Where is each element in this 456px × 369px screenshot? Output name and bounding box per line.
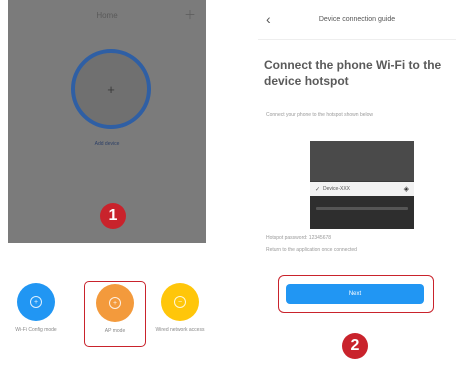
- wifi-icon: +: [30, 296, 42, 308]
- right-phone-screen: ‹ Device connection guide Connect the ph…: [258, 0, 456, 369]
- add-icon: +: [107, 81, 115, 97]
- wired-mode-option[interactable]: − Wired network access: [154, 283, 206, 333]
- hotspot-icon: +: [109, 297, 121, 309]
- dim-overlay: Home ＋ + Add device 1: [8, 0, 206, 243]
- mode-label: Wi-Fi Config mode: [15, 327, 57, 333]
- wifi-settings-illustration: ✓ Device-XXX ◈: [310, 141, 414, 229]
- add-device-button[interactable]: +: [71, 49, 151, 129]
- plus-icon[interactable]: ＋: [184, 9, 196, 21]
- wired-mode-icon: −: [161, 283, 199, 321]
- wifi-config-mode-icon: +: [17, 283, 55, 321]
- mode-label: Wired network access: [155, 327, 205, 333]
- check-icon: ✓: [315, 186, 321, 193]
- wifi-panel-hint-line: [316, 207, 408, 210]
- left-phone-screen: Home ＋ + Add device 1 + Wi-Fi Config mod…: [8, 0, 206, 369]
- ap-mode-option[interactable]: + AP mode: [84, 281, 146, 347]
- password-text: Hotspot password: 12345678: [266, 235, 332, 241]
- right-header: ‹ Device connection guide: [258, 0, 456, 40]
- ap-mode-icon: +: [96, 284, 134, 322]
- left-header: Home ＋: [8, 0, 206, 30]
- instruction-text: Connect your phone to the hotspot shown …: [266, 112, 374, 118]
- guide-headline: Connect the phone Wi-Fi to the device ho…: [264, 58, 442, 88]
- wifi-signal-icon: ◈: [403, 186, 409, 193]
- page-title: Device connection guide: [318, 16, 396, 23]
- mode-selector: + Wi-Fi Config mode + AP mode − Wired ne…: [8, 243, 206, 369]
- wifi-panel-header: [310, 141, 414, 181]
- next-button[interactable]: Next: [286, 284, 424, 304]
- step-badge-2: 2: [342, 333, 368, 359]
- step-badge-1: 1: [100, 203, 126, 229]
- wifi-network-row: ✓ Device-XXX ◈: [310, 182, 414, 196]
- wifi-config-mode-option[interactable]: + Wi-Fi Config mode: [11, 283, 61, 333]
- page-title: Home: [96, 10, 118, 20]
- guide-stage: Home ＋ + Add device 1 + Wi-Fi Config mod…: [0, 0, 456, 369]
- wifi-ssid: Device-XXX: [323, 186, 350, 192]
- wifi-panel-footer: [310, 196, 414, 229]
- add-device-caption: Add device: [94, 141, 120, 147]
- back-icon[interactable]: ‹: [266, 12, 271, 26]
- mode-label: AP mode: [104, 328, 126, 334]
- cable-icon: −: [174, 296, 186, 308]
- return-instruction: Return to the application once connected: [266, 247, 357, 253]
